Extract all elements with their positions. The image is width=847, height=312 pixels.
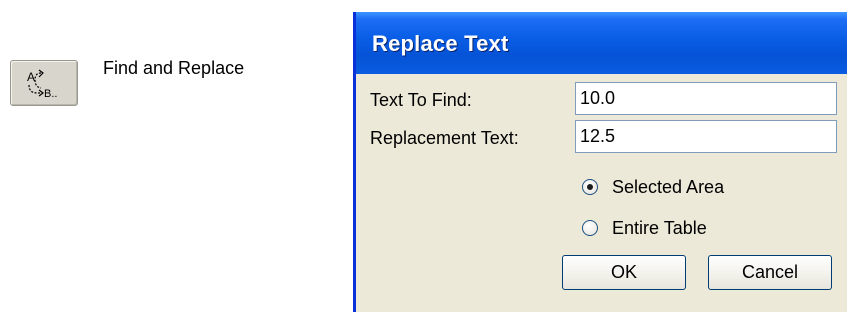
ok-button[interactable]: OK [562, 255, 686, 290]
text-to-find-label: Text To Find: [370, 90, 472, 110]
radio-entire-table-label: Entire Table [612, 217, 707, 238]
radio-button-selected-area[interactable] [582, 179, 598, 195]
radio-selected-dot [587, 184, 593, 190]
replacement-text-input[interactable] [575, 120, 837, 153]
radio-entire-table[interactable]: Entire Table [582, 216, 707, 240]
icon-glyph-from: A [27, 70, 35, 84]
find-replace-caption: Find and Replace [103, 58, 245, 78]
dialog-title: Replace Text [372, 31, 509, 56]
find-replace-icon: A B.. [27, 69, 57, 100]
replacement-text-label: Replacement Text: [370, 128, 519, 148]
replace-text-dialog: Replace Text Text To Find: Replacement T… [353, 12, 847, 312]
radio-button-entire-table[interactable] [582, 220, 598, 236]
dialog-titlebar[interactable]: Replace Text [356, 12, 847, 74]
radio-selected-area[interactable]: Selected Area [582, 175, 724, 199]
text-to-find-input[interactable] [575, 82, 837, 115]
cancel-button[interactable]: Cancel [708, 255, 832, 290]
find-replace-button[interactable]: A B.. [10, 60, 78, 106]
icon-glyph-to: B.. [44, 88, 57, 100]
radio-selected-area-label: Selected Area [612, 176, 725, 197]
